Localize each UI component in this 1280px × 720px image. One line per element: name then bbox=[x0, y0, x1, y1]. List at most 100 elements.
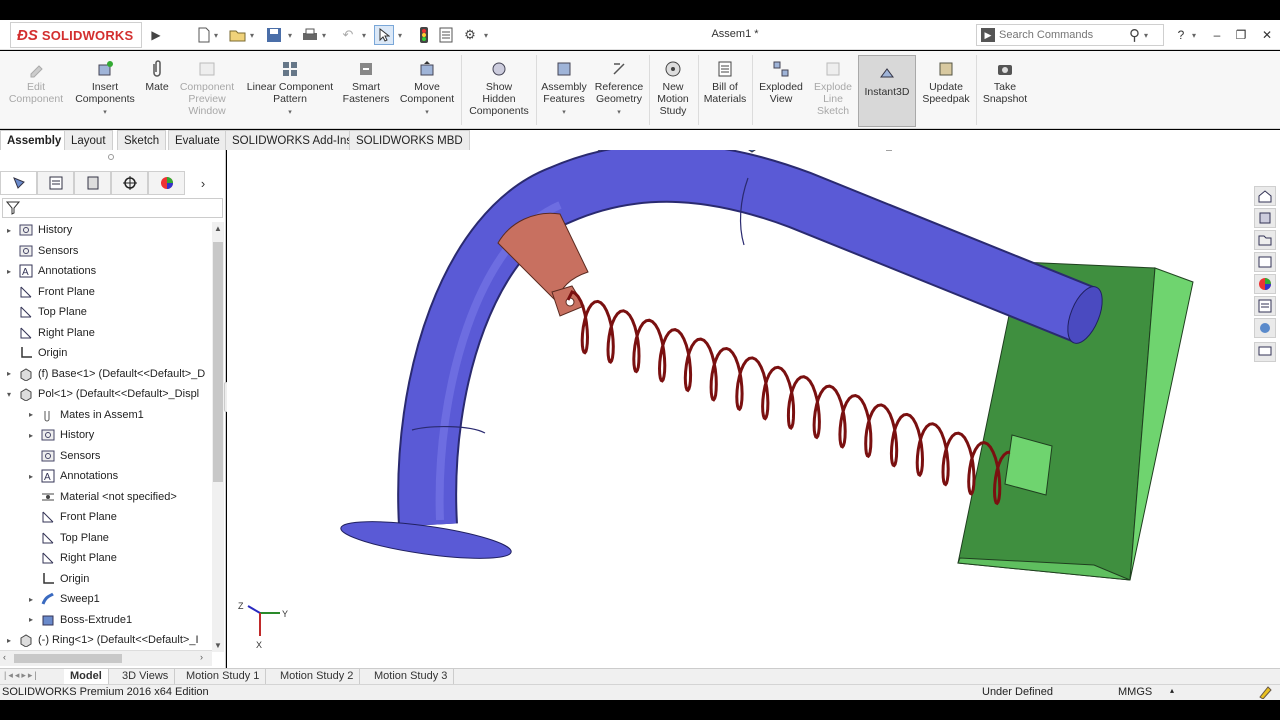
explode-line-sketch-button[interactable]: Explode Line Sketch bbox=[810, 51, 856, 129]
open-folder-icon[interactable] bbox=[228, 26, 248, 44]
tab-mbd[interactable]: SOLIDWORKS MBD bbox=[349, 130, 470, 150]
search-commands-box[interactable]: ▶ ⚲ ▾ bbox=[976, 24, 1164, 46]
component-preview-window-button[interactable]: Component Preview Window bbox=[176, 51, 238, 129]
tree-item[interactable]: Material <not specified> bbox=[0, 487, 212, 507]
restore-icon[interactable]: ❐ bbox=[1230, 26, 1252, 44]
undo-dropdown-icon[interactable]: ▾ bbox=[362, 26, 370, 44]
expand-arrow-icon[interactable]: ▸ bbox=[26, 472, 36, 481]
tree-item[interactable]: Top Plane bbox=[0, 302, 212, 322]
rebuild-status-icon[interactable] bbox=[1258, 685, 1272, 702]
scroll-right-arrow-icon[interactable]: › bbox=[200, 652, 203, 662]
insert-components-button[interactable]: Insert Components ▾ bbox=[70, 51, 140, 129]
expand-arrow-icon[interactable]: ▸ bbox=[26, 615, 36, 624]
save-dropdown-icon[interactable]: ▾ bbox=[288, 26, 296, 44]
reference-geometry-button[interactable]: Reference Geometry ▾ bbox=[592, 51, 646, 129]
tree-item[interactable]: Front Plane bbox=[0, 282, 212, 302]
panel-grip-icon[interactable] bbox=[108, 154, 114, 160]
tree-item[interactable]: Right Plane bbox=[0, 548, 212, 568]
tree-item[interactable]: Origin bbox=[0, 343, 212, 363]
tab-model[interactable]: Model bbox=[64, 669, 109, 685]
tree-item[interactable]: Front Plane bbox=[0, 507, 212, 527]
save-icon[interactable] bbox=[264, 26, 284, 44]
close-icon[interactable]: ✕ bbox=[1256, 26, 1278, 44]
expand-arrow-icon[interactable]: ▸ bbox=[26, 595, 36, 604]
expand-arrow-icon[interactable]: ▸ bbox=[26, 410, 36, 419]
take-snapshot-button[interactable]: Take Snapshot bbox=[978, 51, 1032, 129]
tab-motion-study-2[interactable]: Motion Study 2 bbox=[274, 669, 361, 685]
new-motion-study-button[interactable]: New Motion Study bbox=[650, 51, 696, 129]
property-manager-tab-icon[interactable] bbox=[37, 171, 74, 195]
tree-scroll-thumb[interactable] bbox=[213, 242, 223, 482]
tab-layout[interactable]: Layout bbox=[64, 130, 113, 150]
help-icon[interactable]: ? bbox=[1170, 26, 1192, 44]
tree-item[interactable]: Top Plane bbox=[0, 528, 212, 548]
rebuild-traffic-light-icon[interactable] bbox=[414, 26, 434, 44]
tab-assembly[interactable]: Assembly bbox=[0, 130, 69, 150]
tab-sketch[interactable]: Sketch bbox=[117, 130, 167, 150]
tree-horizontal-scrollbar[interactable]: ‹ › bbox=[0, 650, 212, 666]
update-speedpak-button[interactable]: Update Speedpak bbox=[918, 51, 974, 129]
scroll-left-arrow-icon[interactable]: ‹ bbox=[3, 652, 6, 662]
file-properties-icon[interactable] bbox=[436, 26, 456, 44]
tree-vertical-scrollbar[interactable]: ▲ ▼ bbox=[212, 222, 224, 652]
show-hidden-components-button[interactable]: Show Hidden Components bbox=[464, 51, 534, 129]
expand-arrow-icon[interactable]: ▸ bbox=[4, 369, 14, 378]
expand-arrow-icon[interactable]: ▸ bbox=[4, 226, 14, 235]
edit-component-button[interactable]: Edit Component bbox=[4, 51, 68, 129]
tab-motion-study-3[interactable]: Motion Study 3 bbox=[368, 669, 455, 685]
move-component-button[interactable]: Move Component ▾ bbox=[396, 51, 458, 129]
tree-hscroll-thumb[interactable] bbox=[14, 654, 122, 663]
tab-scroll-arrows-icon[interactable]: |◂◂▸▸| bbox=[4, 670, 39, 681]
assembly-features-arrow-icon[interactable]: ▾ bbox=[562, 107, 566, 119]
undo-icon[interactable]: ↶ bbox=[338, 26, 358, 44]
viewport-restore-icon[interactable]: ❐ bbox=[1226, 150, 1236, 152]
insert-components-arrow-icon[interactable]: ▾ bbox=[103, 107, 107, 119]
solidworks-logo[interactable]: ƉS SOLIDWORKS bbox=[10, 22, 142, 48]
dimxpert-tab-icon[interactable] bbox=[111, 171, 148, 195]
graphics-area[interactable]: ▾ ▾ ▾ ▾ ▾ – ❐ ✕ bbox=[227, 150, 1280, 668]
options-dropdown-icon[interactable]: ▾ bbox=[484, 26, 492, 44]
unit-system-arrow-icon[interactable]: ▴ bbox=[1170, 686, 1174, 695]
viewport-close-icon[interactable]: ✕ bbox=[1250, 150, 1259, 152]
solidworks-forum-icon[interactable] bbox=[1254, 318, 1276, 338]
scroll-up-arrow-icon[interactable]: ▲ bbox=[214, 224, 222, 233]
tree-item[interactable]: ▾ Pol<1> (Default<<Default>_Displ bbox=[0, 384, 212, 404]
new-document-icon[interactable] bbox=[194, 26, 214, 44]
instant3d-button[interactable]: Instant3D bbox=[858, 55, 916, 127]
exploded-view-button[interactable]: Exploded View bbox=[754, 51, 808, 129]
linear-component-pattern-button[interactable]: Linear Component Pattern ▾ bbox=[242, 51, 338, 129]
tree-item[interactable]: ▸ A Annotations bbox=[0, 466, 212, 486]
select-dropdown-icon[interactable]: ▾ bbox=[398, 26, 406, 44]
feature-tree-tab-icon[interactable] bbox=[0, 171, 37, 195]
bill-of-materials-button[interactable]: Bill of Materials bbox=[700, 51, 750, 129]
new-dropdown-icon[interactable]: ▾ bbox=[214, 26, 222, 44]
tree-item[interactable]: ▸ (-) Ring<1> (Default<<Default>_I bbox=[0, 630, 212, 650]
menu-expand-arrow-icon[interactable]: ▶ bbox=[146, 26, 166, 44]
tree-item[interactable]: Right Plane bbox=[0, 323, 212, 343]
file-explorer-icon[interactable] bbox=[1254, 230, 1276, 250]
tree-item[interactable]: ▸ A Annotations bbox=[0, 261, 212, 281]
select-pointer-icon[interactable] bbox=[374, 25, 394, 45]
expand-arrow-icon[interactable]: ▸ bbox=[4, 636, 14, 645]
mate-button[interactable]: Mate bbox=[142, 51, 172, 129]
print-dropdown-icon[interactable]: ▾ bbox=[322, 26, 330, 44]
expand-arrow-icon[interactable]: ▸ bbox=[26, 431, 36, 440]
expand-arrow-icon[interactable]: ▾ bbox=[4, 390, 14, 399]
move-component-arrow-icon[interactable]: ▾ bbox=[425, 107, 429, 119]
display-style-icon[interactable] bbox=[746, 150, 758, 153]
appearances-icon[interactable] bbox=[1254, 274, 1276, 294]
smart-fasteners-button[interactable]: Smart Fasteners bbox=[340, 51, 392, 129]
open-dropdown-icon[interactable]: ▾ bbox=[250, 26, 258, 44]
tree-item[interactable]: Origin bbox=[0, 569, 212, 589]
scroll-down-arrow-icon[interactable]: ▼ bbox=[214, 641, 222, 650]
print-icon[interactable] bbox=[300, 26, 320, 44]
view-palette-icon[interactable] bbox=[1254, 252, 1276, 272]
design-library-icon[interactable] bbox=[1254, 208, 1276, 228]
options-gear-icon[interactable]: ⚙ bbox=[460, 26, 480, 44]
tree-filter-field[interactable] bbox=[2, 198, 223, 218]
tab-motion-study-1[interactable]: Motion Study 1 bbox=[180, 669, 267, 685]
search-dropdown-icon[interactable]: ▾ bbox=[1144, 31, 1148, 40]
minimize-icon[interactable]: – bbox=[1206, 26, 1228, 44]
expand-arrow-icon[interactable]: ▸ bbox=[4, 267, 14, 276]
viewport-minimize-icon[interactable]: – bbox=[1204, 150, 1210, 151]
